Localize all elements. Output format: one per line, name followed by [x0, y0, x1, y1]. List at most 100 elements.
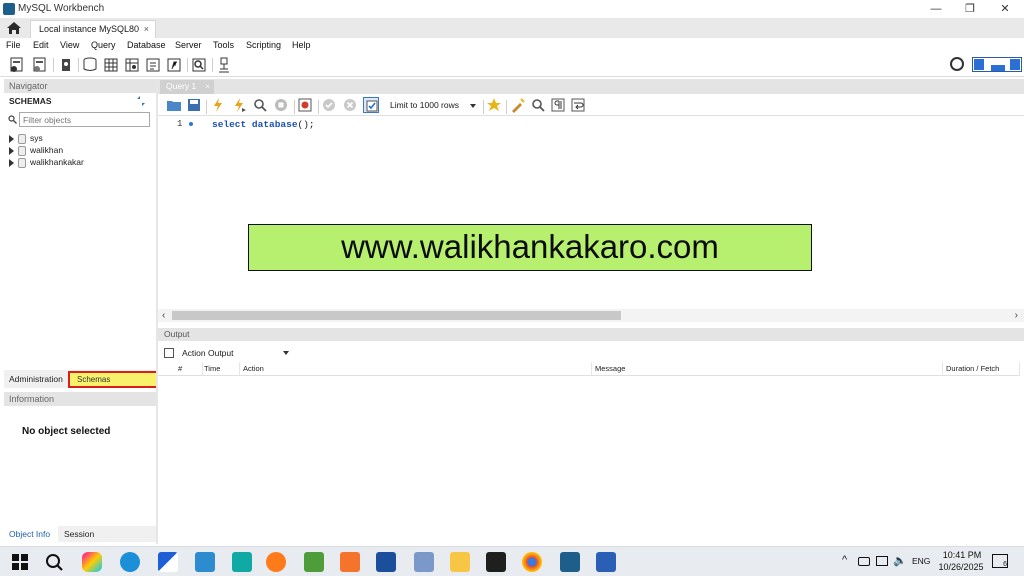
explain-icon[interactable] — [252, 97, 268, 113]
tab-object-info[interactable]: Object Info — [4, 526, 58, 542]
clock-time[interactable]: 10:41 PM — [938, 550, 986, 560]
restore-button[interactable]: ❐ — [955, 2, 985, 16]
connection-tab[interactable]: Local instance MySQL80 × — [30, 20, 156, 38]
create-schema-icon[interactable] — [81, 56, 99, 74]
word-icon[interactable] — [596, 552, 616, 572]
network-icon[interactable] — [876, 556, 888, 566]
schema-item[interactable]: walikhankakar — [9, 156, 84, 168]
minimize-button[interactable]: — — [921, 2, 951, 16]
beautify-icon[interactable] — [510, 97, 526, 113]
filter-objects-input[interactable] — [19, 112, 150, 127]
invisible-chars-icon[interactable] — [550, 97, 566, 113]
commit-icon[interactable] — [321, 97, 337, 113]
word-wrap-icon[interactable] — [570, 97, 586, 113]
execute-icon[interactable] — [210, 97, 226, 113]
column-header-action[interactable]: Action — [240, 362, 592, 376]
execute-current-icon[interactable] — [231, 97, 247, 113]
toggle-secondary-sidebar-icon[interactable] — [1010, 59, 1020, 70]
create-procedure-icon[interactable] — [144, 56, 162, 74]
column-header-number[interactable]: # — [175, 362, 203, 376]
xampp-icon[interactable] — [340, 552, 360, 572]
information-panel: Information No object selected — [4, 392, 156, 526]
powershell-icon[interactable] — [376, 552, 396, 572]
tab-schemas[interactable]: Schemas — [68, 371, 160, 388]
toggle-sidebar-icon[interactable] — [974, 59, 984, 70]
menu-database[interactable]: Database — [127, 40, 166, 50]
battery-icon[interactable] — [858, 557, 870, 566]
create-view-icon[interactable] — [123, 56, 141, 74]
menu-scripting[interactable]: Scripting — [246, 40, 281, 50]
clock-date[interactable]: 10/26/2025 — [934, 562, 988, 572]
vscode-icon[interactable] — [195, 552, 215, 572]
copilot-icon[interactable] — [82, 552, 102, 572]
home-icon[interactable] — [6, 21, 22, 35]
find-icon[interactable] — [530, 97, 546, 113]
scroll-right-icon[interactable]: › — [1015, 309, 1018, 322]
voltage-app-icon[interactable] — [232, 552, 252, 572]
auto-commit-toggle-icon[interactable] — [363, 97, 379, 113]
column-header-duration[interactable]: Duration / Fetch — [943, 362, 1020, 376]
notepad-plus-icon[interactable] — [304, 552, 324, 572]
edge-browser-icon[interactable] — [120, 552, 140, 572]
windows-start-icon[interactable] — [10, 552, 30, 572]
query-tab[interactable]: Query 1 × — [160, 80, 214, 94]
mysql-workbench-icon[interactable] — [560, 552, 580, 572]
expand-arrow-icon[interactable] — [9, 146, 14, 155]
settings-gear-icon[interactable] — [950, 57, 964, 71]
menu-view[interactable]: View — [60, 40, 79, 50]
toggle-output-icon[interactable] — [991, 65, 1005, 71]
scroll-left-icon[interactable]: ‹ — [162, 309, 165, 322]
close-tab-icon[interactable]: × — [144, 21, 149, 37]
sql-code-line[interactable]: select database(); — [212, 119, 315, 130]
expand-arrow-icon[interactable] — [9, 134, 14, 143]
refresh-icon[interactable] — [136, 96, 146, 106]
rollback-icon[interactable] — [342, 97, 358, 113]
search-icon[interactable] — [44, 552, 64, 572]
new-sql-tab-icon[interactable] — [8, 56, 26, 74]
schema-item[interactable]: sys — [9, 132, 43, 144]
firefox-icon[interactable] — [266, 552, 286, 572]
menu-server[interactable]: Server — [175, 40, 202, 50]
close-window-button[interactable]: ✕ — [990, 2, 1020, 16]
inspector-icon[interactable] — [57, 56, 75, 74]
save-icon[interactable] — [186, 97, 202, 113]
menu-edit[interactable]: Edit — [33, 40, 49, 50]
column-header-message[interactable]: Message — [592, 362, 943, 376]
file-explorer-icon[interactable] — [450, 552, 470, 572]
azure-data-studio-icon[interactable] — [158, 552, 178, 572]
chevron-up-icon[interactable]: ^ — [842, 554, 847, 566]
notification-icon[interactable]: 6 — [992, 554, 1008, 568]
create-table-icon[interactable] — [102, 56, 120, 74]
menu-tools[interactable]: Tools — [213, 40, 234, 50]
output-type-select[interactable]: Action Output — [180, 346, 292, 360]
horizontal-scrollbar[interactable]: ‹ › — [158, 309, 1024, 322]
copy-icon[interactable] — [164, 348, 174, 358]
search-table-data-icon[interactable] — [190, 56, 208, 74]
reconnect-icon[interactable] — [215, 56, 233, 74]
stop-icon[interactable] — [273, 97, 289, 113]
limit-rows-select[interactable]: Limit to 1000 rows — [387, 98, 479, 113]
query-toolbar: Limit to 1000 rows — [158, 95, 1024, 116]
open-sql-script-icon[interactable] — [31, 56, 49, 74]
expand-arrow-icon[interactable] — [9, 158, 14, 167]
menu-help[interactable]: Help — [292, 40, 311, 50]
volume-icon[interactable]: 🔈 — [893, 554, 907, 567]
app-icon[interactable] — [414, 552, 434, 572]
open-file-icon[interactable] — [166, 97, 182, 113]
create-function-icon[interactable] — [165, 56, 183, 74]
menu-file[interactable]: File — [6, 40, 21, 50]
language-indicator[interactable]: ENG — [912, 556, 930, 566]
close-query-tab-icon[interactable]: × — [205, 80, 210, 93]
sql-editor[interactable]: 1 select database(); — [158, 116, 1024, 309]
tab-administration[interactable]: Administration — [9, 374, 63, 384]
schema-item[interactable]: walikhan — [9, 144, 63, 156]
tab-session[interactable]: Session — [64, 526, 94, 542]
menu-query[interactable]: Query — [91, 40, 116, 50]
toggle-continue-on-error-icon[interactable] — [297, 97, 313, 113]
layout-toggle-buttons[interactable] — [972, 57, 1022, 72]
column-header-time[interactable]: Time — [201, 362, 240, 376]
chrome-icon[interactable] — [522, 552, 542, 572]
scrollbar-thumb[interactable] — [172, 311, 621, 320]
terminal-icon[interactable] — [486, 552, 506, 572]
add-snippet-icon[interactable] — [486, 97, 502, 113]
